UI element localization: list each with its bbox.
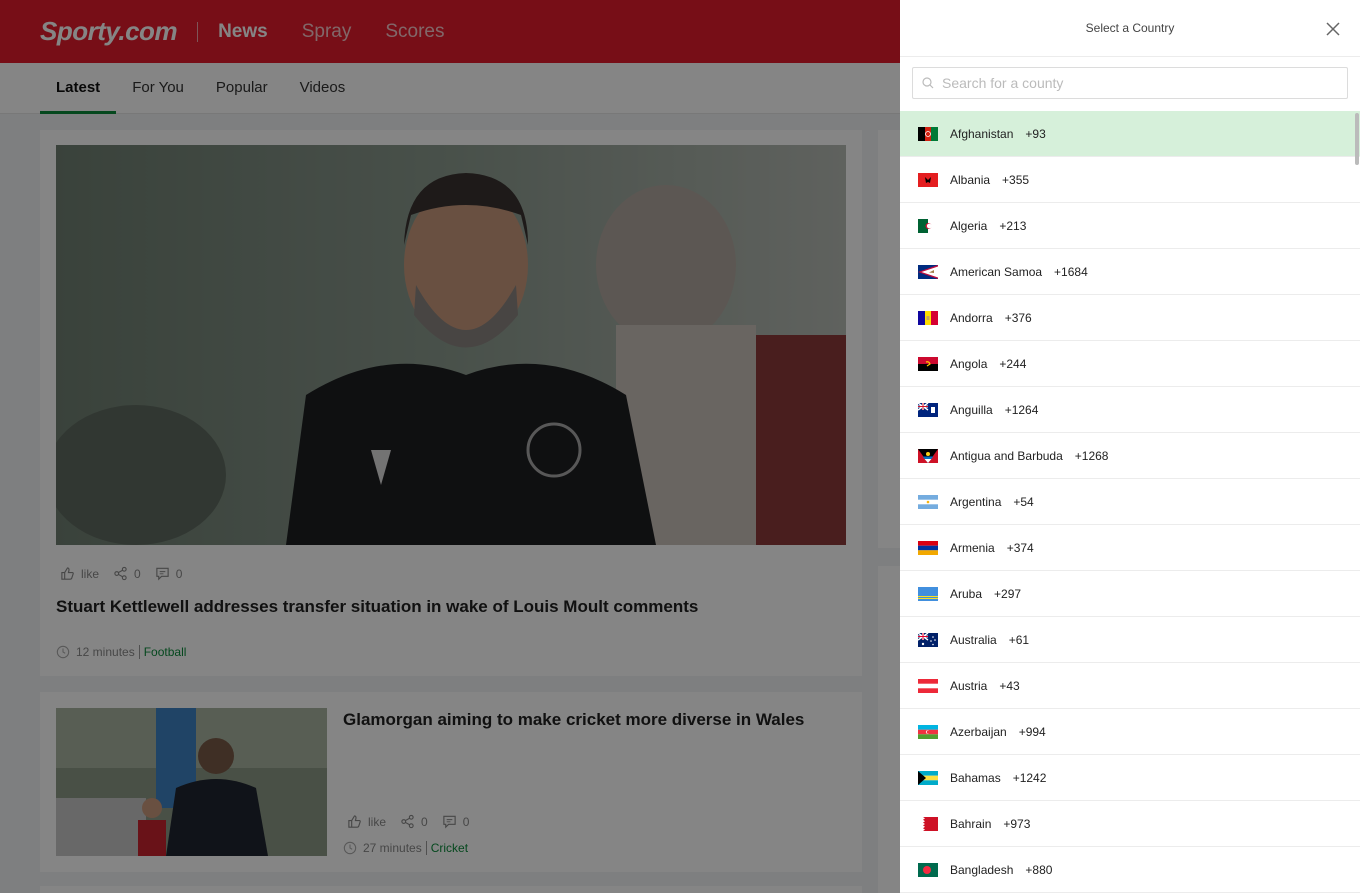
country-code: +355 — [1002, 172, 1030, 187]
close-icon — [1326, 22, 1340, 36]
country-code: +376 — [1004, 310, 1032, 325]
algeria-flag-icon — [918, 218, 938, 233]
aruba-flag-icon — [918, 586, 938, 601]
country-name: Bahrain — [950, 816, 992, 831]
country-code: +994 — [1018, 724, 1046, 739]
country-code: +1268 — [1074, 448, 1109, 463]
country-row-bangladesh[interactable]: Bangladesh +880 — [900, 847, 1360, 893]
country-code: +1242 — [1012, 770, 1047, 785]
anguilla-flag-icon — [918, 402, 938, 417]
close-button[interactable] — [1322, 18, 1344, 40]
country-list: Afghanistan +93 Albania +355 Algeria +21… — [900, 111, 1360, 893]
afghanistan-flag-icon — [918, 126, 938, 141]
country-name: Bahamas — [950, 770, 1001, 785]
bahamas-flag-icon — [918, 770, 938, 785]
argentina-flag-icon — [918, 494, 938, 509]
country-name: American Samoa — [950, 264, 1043, 279]
country-row-antigua-and-barbuda[interactable]: Antigua and Barbuda +1268 — [900, 433, 1360, 479]
country-name: Albania — [950, 172, 991, 187]
country-name: Afghanistan — [950, 126, 1014, 141]
country-row-argentina[interactable]: Argentina +54 — [900, 479, 1360, 525]
armenia-flag-icon — [918, 540, 938, 555]
country-code: +973 — [1003, 816, 1031, 831]
antigua-and-barbuda-flag-icon — [918, 448, 938, 463]
country-row-azerbaijan[interactable]: Azerbaijan +994 — [900, 709, 1360, 755]
american-samoa-flag-icon — [918, 264, 938, 279]
country-name: Aruba — [950, 586, 983, 601]
country-row-armenia[interactable]: Armenia +374 — [900, 525, 1360, 571]
country-name: Bangladesh — [950, 862, 1014, 877]
country-code: +1264 — [1004, 402, 1039, 417]
list-scrollbar[interactable] — [1355, 113, 1359, 165]
country-search — [912, 67, 1348, 99]
panel-title: Select a Country — [1085, 21, 1175, 35]
angola-flag-icon — [918, 356, 938, 371]
country-row-aruba[interactable]: Aruba +297 — [900, 571, 1360, 617]
country-select-panel: Select a Country Afghanistan +93 Albania… — [900, 0, 1360, 893]
country-row-albania[interactable]: Albania +355 — [900, 157, 1360, 203]
country-code: +61 — [1008, 632, 1030, 647]
country-code: +374 — [1006, 540, 1034, 555]
modal-backdrop[interactable] — [0, 0, 900, 893]
country-code: +880 — [1025, 862, 1053, 877]
country-search-input[interactable] — [942, 75, 1322, 91]
country-row-andorra[interactable]: Andorra +376 — [900, 295, 1360, 341]
country-row-australia[interactable]: Australia +61 — [900, 617, 1360, 663]
azerbaijan-flag-icon — [918, 724, 938, 739]
country-code: +244 — [999, 356, 1027, 371]
country-name: Argentina — [950, 494, 1002, 509]
country-name: Azerbaijan — [950, 724, 1007, 739]
country-code: +54 — [1013, 494, 1034, 509]
bangladesh-flag-icon — [918, 862, 938, 877]
country-name: Anguilla — [950, 402, 993, 417]
country-row-angola[interactable]: Angola +244 — [900, 341, 1360, 387]
country-name: Andorra — [950, 310, 993, 325]
country-name: Algeria — [950, 218, 988, 233]
country-code: +1684 — [1054, 264, 1088, 279]
country-row-american-samoa[interactable]: American Samoa +1684 — [900, 249, 1360, 295]
albania-flag-icon — [918, 172, 938, 187]
country-name: Armenia — [950, 540, 995, 555]
austria-flag-icon — [918, 678, 938, 693]
bahrain-flag-icon — [918, 816, 938, 831]
country-name: Australia — [950, 632, 997, 647]
andorra-flag-icon — [918, 310, 938, 325]
country-row-bahrain[interactable]: Bahrain +973 — [900, 801, 1360, 847]
country-code: +43 — [999, 678, 1020, 693]
country-code: +93 — [1025, 126, 1046, 141]
country-name: Angola — [950, 356, 988, 371]
country-row-bahamas[interactable]: Bahamas +1242 — [900, 755, 1360, 801]
australia-flag-icon — [918, 632, 938, 647]
country-row-austria[interactable]: Austria +43 — [900, 663, 1360, 709]
country-row-afghanistan[interactable]: Afghanistan +93 — [900, 111, 1360, 157]
country-name: Austria — [950, 678, 988, 693]
country-row-anguilla[interactable]: Anguilla +1264 — [900, 387, 1360, 433]
country-name: Antigua and Barbuda — [950, 448, 1063, 463]
panel-header: Select a Country — [900, 0, 1360, 57]
country-row-algeria[interactable]: Algeria +213 — [900, 203, 1360, 249]
search-icon — [922, 77, 934, 89]
country-code: +213 — [999, 218, 1027, 233]
country-code: +297 — [994, 586, 1022, 601]
